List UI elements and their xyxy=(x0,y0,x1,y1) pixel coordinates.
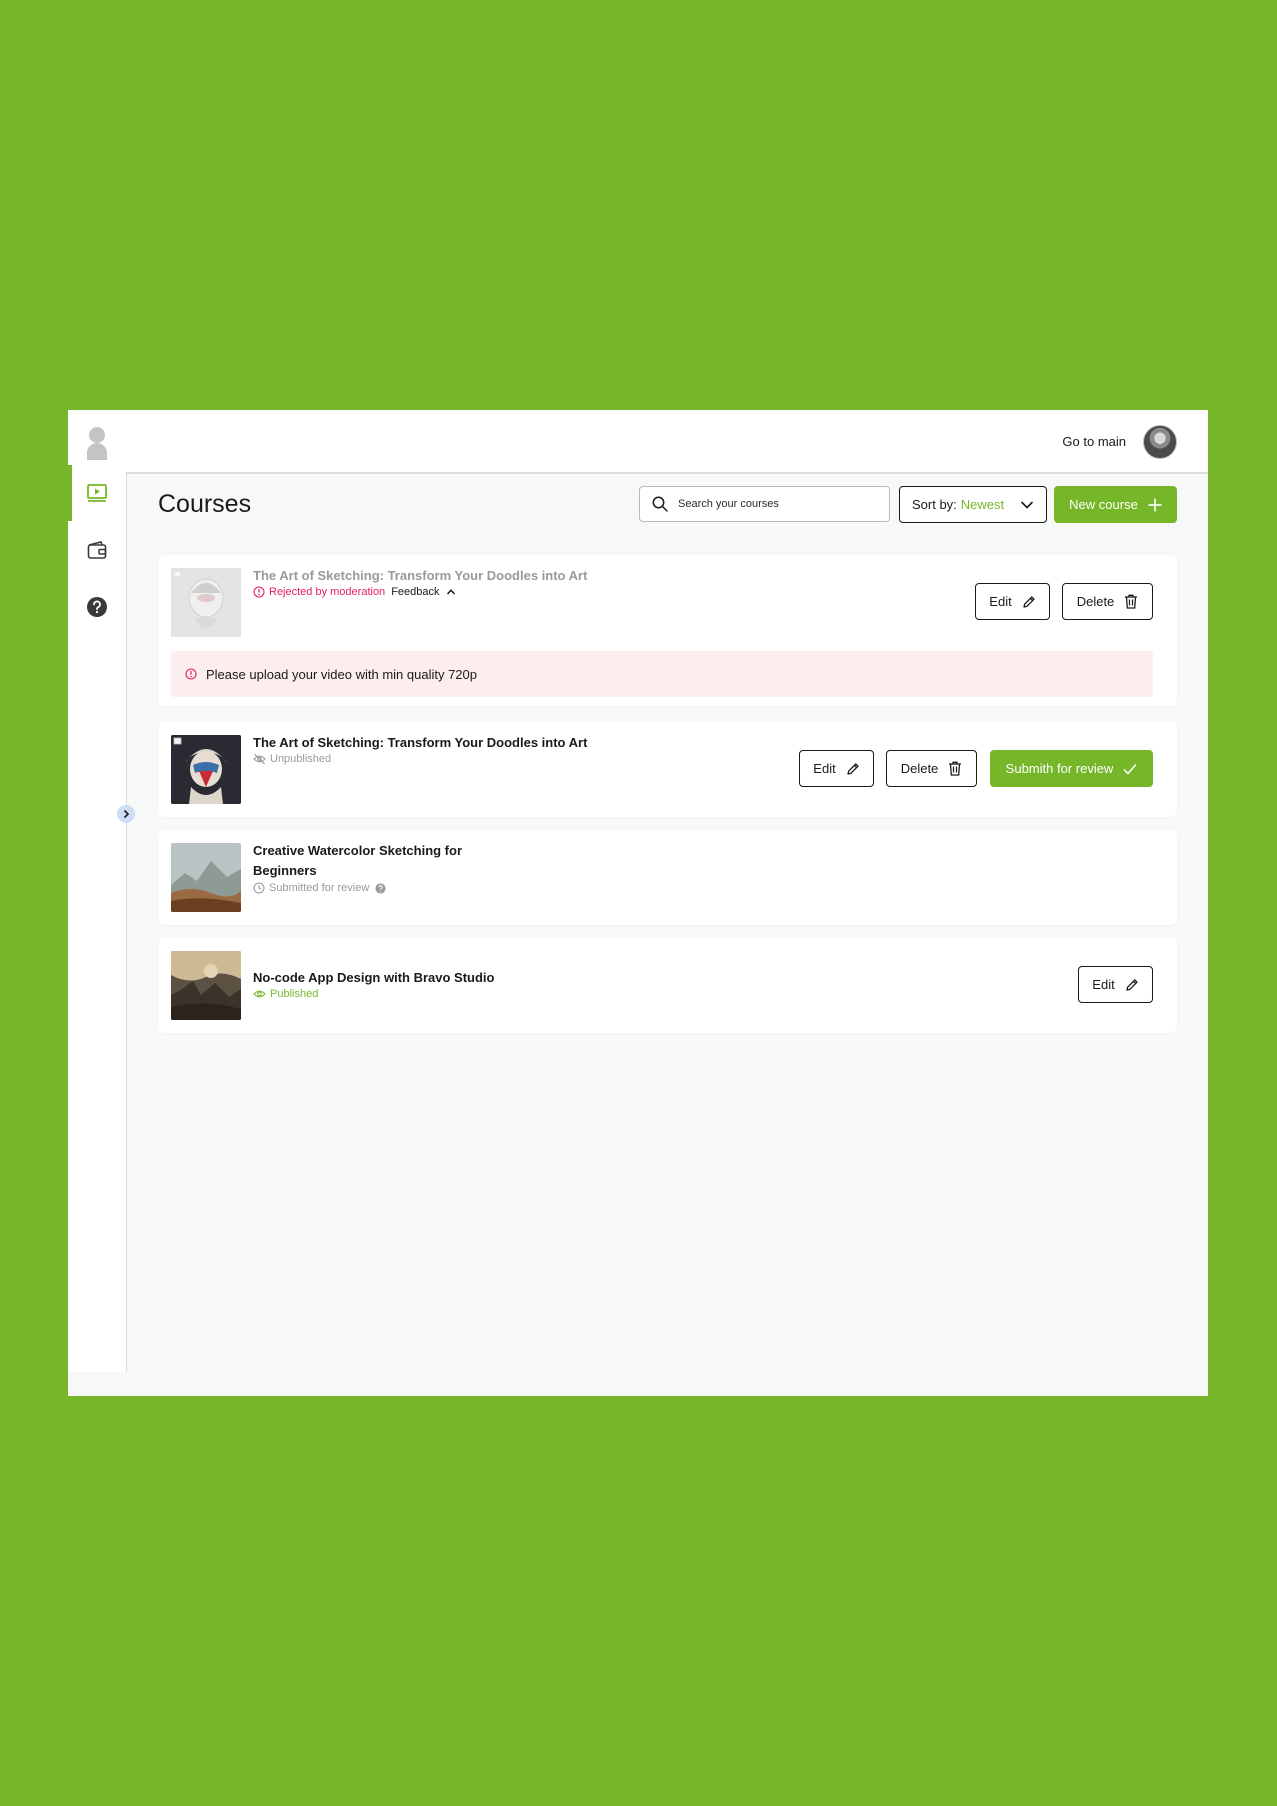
go-to-main-link[interactable]: Go to main xyxy=(1062,434,1126,449)
topbar: Go to main xyxy=(126,410,1208,474)
eye-off-icon xyxy=(253,753,266,765)
video-icon xyxy=(87,484,107,502)
edit-label: Edit xyxy=(989,594,1012,609)
sort-dropdown[interactable]: Sort by: Newest xyxy=(899,486,1047,523)
sidebar-item-wallet[interactable] xyxy=(68,522,126,578)
status-rejected-text: Rejected by moderation xyxy=(269,586,386,598)
course-card-submitted: Creative Watercolor Sketching for Beginn… xyxy=(158,830,1177,925)
alert-circle-icon xyxy=(253,586,265,598)
landscape-thumbnail-icon xyxy=(171,843,241,912)
eye-icon xyxy=(253,990,266,998)
course-title[interactable]: Creative Watercolor Sketching for Beginn… xyxy=(253,841,462,881)
sort-value: Newest xyxy=(960,497,1005,512)
course-card-published: No-code App Design with Bravo Studio Pub… xyxy=(158,938,1177,1033)
chevron-right-icon xyxy=(123,809,130,819)
sort-label: Sort by: xyxy=(912,497,957,512)
pencil-icon xyxy=(1126,978,1138,991)
page-title: Courses xyxy=(158,490,252,518)
search-icon xyxy=(652,496,668,512)
delete-button[interactable]: Delete xyxy=(1062,583,1153,620)
edit-label: Edit xyxy=(1092,977,1115,992)
course-status: Rejected by moderation Feedback xyxy=(253,586,456,598)
edit-button[interactable]: Edit xyxy=(1078,966,1153,1003)
course-status: Unpublished xyxy=(253,753,331,765)
chevron-up-icon[interactable] xyxy=(446,587,456,597)
clock-icon xyxy=(253,882,265,894)
help-icon xyxy=(87,597,107,617)
course-card-unpublished: The Art of Sketching: Transform Your Doo… xyxy=(158,722,1177,817)
submit-for-review-button[interactable]: Submith for review xyxy=(990,750,1153,787)
sidebar-expand-button[interactable] xyxy=(117,805,135,823)
trash-icon xyxy=(1125,594,1138,609)
chevron-down-icon xyxy=(1020,501,1034,509)
status-unpublished-text: Unpublished xyxy=(270,753,332,765)
new-course-label: New course xyxy=(1069,497,1138,512)
painting-thumbnail-icon xyxy=(171,951,241,1020)
profile-placeholder-icon[interactable] xyxy=(87,426,107,460)
course-title[interactable]: The Art of Sketching: Transform Your Doo… xyxy=(253,566,587,586)
alert-circle-icon xyxy=(185,668,197,680)
edit-button[interactable]: Edit xyxy=(975,583,1050,620)
status-published-text: Published xyxy=(270,988,319,1000)
moderation-feedback-notice: Please upload your video with min qualit… xyxy=(171,651,1153,697)
wallet-icon xyxy=(87,541,107,559)
pencil-icon xyxy=(1023,595,1035,608)
sidebar-item-help[interactable] xyxy=(68,579,126,635)
delete-label: Delete xyxy=(1076,594,1115,609)
course-status: Published xyxy=(253,988,318,1000)
portrait-thumbnail-icon xyxy=(171,568,241,637)
course-thumbnail xyxy=(171,568,241,637)
course-thumbnail xyxy=(171,735,241,804)
delete-button[interactable]: Delete xyxy=(886,750,977,787)
sidebar xyxy=(68,410,127,1372)
delete-label: Delete xyxy=(900,761,939,776)
course-thumbnail xyxy=(171,951,241,1020)
submit-label: Submith for review xyxy=(1005,761,1114,776)
status-submitted-text: Submitted for review xyxy=(269,882,370,894)
plus-icon xyxy=(1148,498,1162,511)
course-thumbnail xyxy=(171,843,241,912)
course-title[interactable]: No-code App Design with Bravo Studio xyxy=(253,968,494,988)
search-input[interactable] xyxy=(676,497,880,511)
edit-label: Edit xyxy=(813,761,836,776)
course-title-line-2: Beginners xyxy=(253,863,317,878)
feedback-toggle[interactable]: Feedback xyxy=(391,586,439,598)
sidebar-item-courses[interactable] xyxy=(68,465,126,521)
course-title[interactable]: The Art of Sketching: Transform Your Doo… xyxy=(253,733,587,753)
pencil-icon xyxy=(847,762,859,775)
course-status: Submitted for review xyxy=(253,882,386,894)
notice-text: Please upload your video with min qualit… xyxy=(206,666,478,682)
course-title-line-1: Creative Watercolor Sketching for xyxy=(253,843,463,858)
course-card-rejected: The Art of Sketching: Transform Your Doo… xyxy=(158,555,1177,706)
edit-button[interactable]: Edit xyxy=(799,750,874,787)
trash-icon xyxy=(949,761,962,776)
new-course-button[interactable]: New course xyxy=(1054,486,1177,523)
check-icon xyxy=(1123,763,1137,775)
app-window: Go to main Courses Sort by: Newest New c… xyxy=(68,410,1208,1396)
help-icon[interactable] xyxy=(375,882,386,894)
portrait-thumbnail-icon xyxy=(171,735,241,804)
search-box[interactable] xyxy=(639,486,890,522)
avatar[interactable] xyxy=(1143,425,1177,459)
